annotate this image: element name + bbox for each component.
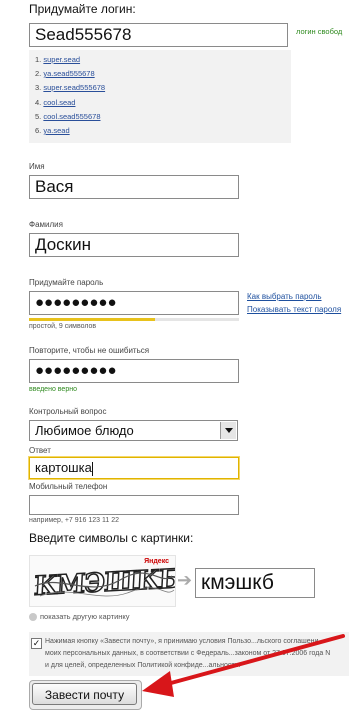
annotation-arrow: [142, 634, 345, 697]
